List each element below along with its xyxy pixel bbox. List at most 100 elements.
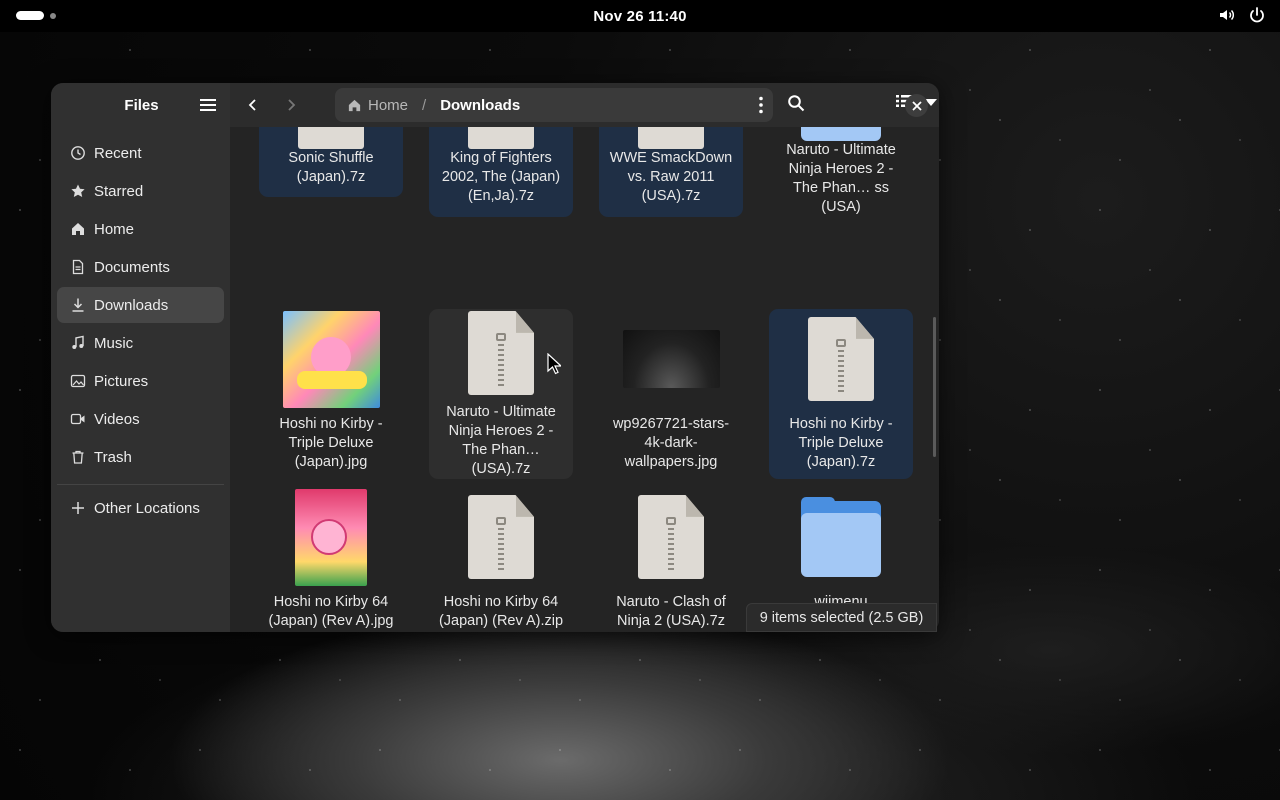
- home-icon: [348, 99, 361, 111]
- file-label: Naruto - Ultimate Ninja Heroes 2 - The P…: [786, 142, 896, 215]
- sidebar-item-label: Starred: [94, 182, 144, 200]
- archive-icon: [638, 495, 704, 579]
- archive-icon: [468, 495, 534, 579]
- sidebar-item-trash[interactable]: Trash: [57, 439, 224, 475]
- sidebar-divider: [57, 484, 224, 485]
- file-grid: Sonic Shuffle (Japan).7z King of Fighter…: [230, 127, 939, 632]
- file-label: wp9267721-stars-4k-dark-wallpapers.jpg: [612, 416, 730, 470]
- header-bar: Home / Downloads: [230, 83, 939, 127]
- sidebar-item-label: Videos: [94, 410, 140, 428]
- sidebar-item-other-locations[interactable]: Other Locations: [57, 490, 224, 526]
- archive-icon: [638, 127, 704, 149]
- sidebar: Files Recent Starred Home Documents Down…: [51, 83, 230, 632]
- sidebar-item-recent[interactable]: Recent: [57, 135, 224, 171]
- sidebar-item-label: Music: [94, 334, 134, 352]
- sidebar-item-videos[interactable]: Videos: [57, 401, 224, 437]
- chevron-right-icon: [288, 99, 296, 111]
- breadcrumb-current[interactable]: Downloads: [440, 97, 520, 114]
- file-label: Naruto - Ultimate Ninja Heroes 2 - The P…: [446, 404, 556, 477]
- breadcrumb-home[interactable]: Home: [347, 97, 408, 114]
- breadcrumb-home-label: Home: [368, 96, 409, 114]
- hamburger-icon: [200, 99, 216, 111]
- file-item[interactable]: WWE SmackDown vs. Raw 2011 (USA).7z: [599, 127, 743, 217]
- selection-status: 9 items selected (2.5 GB): [746, 603, 937, 632]
- file-item[interactable]: Hoshi no Kirby - Triple Deluxe (Japan).j…: [259, 309, 403, 479]
- main-menu-button[interactable]: [196, 93, 220, 117]
- search-icon: [788, 95, 805, 112]
- sidebar-item-starred[interactable]: Starred: [57, 173, 224, 209]
- file-item[interactable]: Hoshi no Kirby 64 (Japan) (Rev A).zip: [429, 487, 573, 632]
- file-item[interactable]: wp9267721-stars-4k-dark-wallpapers.jpg: [599, 309, 743, 479]
- file-label: King of Fighters 2002, The (Japan) (En,J…: [441, 150, 561, 204]
- folder-menu-button[interactable]: [759, 96, 763, 118]
- mouse-cursor-icon: [547, 353, 561, 375]
- plus-icon: [72, 502, 84, 514]
- archive-icon: [298, 127, 364, 149]
- file-label: WWE SmackDown vs. Raw 2011 (USA).7z: [609, 150, 733, 204]
- file-label: Hoshi no Kirby 64 (Japan) (Rev A).jpg: [268, 594, 394, 629]
- download-icon: [72, 298, 84, 312]
- files-window: Files Recent Starred Home Documents Down…: [51, 83, 939, 632]
- kebab-menu-icon: [759, 96, 763, 114]
- archive-icon: [468, 311, 534, 395]
- power-icon[interactable]: [1248, 6, 1266, 24]
- volume-icon[interactable]: [1218, 6, 1236, 24]
- breadcrumb-separator: /: [422, 96, 427, 114]
- workspace-indicator: [50, 12, 56, 19]
- file-item[interactable]: King of Fighters 2002, The (Japan) (En,J…: [429, 127, 573, 217]
- activities-button[interactable]: [16, 11, 56, 20]
- folder-icon: [801, 497, 881, 577]
- sidebar-item-label: Recent: [94, 144, 142, 162]
- file-label: Naruto - Clash of Ninja 2 (USA).7z: [616, 594, 726, 629]
- document-icon: [72, 259, 84, 275]
- video-icon: [70, 413, 85, 425]
- chevron-left-icon: [248, 99, 256, 111]
- sidebar-item-label: Downloads: [94, 296, 169, 314]
- music-icon: [72, 335, 84, 349]
- file-item[interactable]: Sonic Shuffle (Japan).7z: [259, 127, 403, 197]
- file-item[interactable]: Naruto - Ultimate Ninja Heroes 2 - The P…: [429, 309, 573, 479]
- search-button[interactable]: [787, 94, 805, 112]
- archive-icon: [808, 317, 874, 401]
- main-pane: Home / Downloads Sonic Shuffle (Japan).7…: [230, 83, 939, 632]
- sidebar-item-label: Documents: [94, 258, 170, 276]
- file-item[interactable]: Naruto - Clash of Ninja 2 (USA).7z: [599, 487, 743, 632]
- file-item[interactable]: Hoshi no Kirby 64 (Japan) (Rev A).jpg: [259, 487, 403, 632]
- file-item[interactable]: Hoshi no Kirby - Triple Deluxe (Japan).7…: [769, 309, 913, 479]
- file-label: Hoshi no Kirby - Triple Deluxe (Japan).j…: [279, 416, 383, 470]
- file-item[interactable]: Naruto - Ultimate Ninja Heroes 2 - The P…: [769, 127, 913, 217]
- home-icon: [72, 223, 84, 235]
- sidebar-item-downloads[interactable]: Downloads: [57, 287, 224, 323]
- file-label: Sonic Shuffle (Japan).7z: [288, 150, 374, 185]
- image-thumbnail: [622, 330, 720, 388]
- app-title: Files: [124, 96, 159, 114]
- sidebar-item-label: Trash: [94, 448, 132, 466]
- scrollbar[interactable]: [933, 317, 936, 457]
- image-thumbnail: [282, 310, 380, 408]
- close-button[interactable]: [905, 94, 928, 117]
- sidebar-item-label: Other Locations: [94, 499, 200, 517]
- back-button[interactable]: [240, 92, 266, 118]
- workspace-indicator-active: [16, 11, 44, 20]
- trash-icon: [72, 450, 84, 464]
- clock-icon: [71, 146, 85, 160]
- picture-icon: [70, 374, 86, 388]
- archive-icon: [468, 127, 534, 149]
- sidebar-item-music[interactable]: Music: [57, 325, 224, 361]
- file-label: Hoshi no Kirby - Triple Deluxe (Japan).7…: [789, 416, 893, 470]
- close-icon: [911, 100, 922, 111]
- sidebar-item-label: Home: [94, 220, 135, 238]
- file-label: Hoshi no Kirby 64 (Japan) (Rev A).zip: [438, 594, 564, 629]
- top-bar: Nov 26 11:40: [0, 0, 1280, 32]
- sidebar-header: Files: [51, 83, 230, 127]
- sidebar-item-label: Pictures: [94, 372, 149, 390]
- sidebar-item-pictures[interactable]: Pictures: [57, 363, 224, 399]
- path-bar[interactable]: Home / Downloads: [335, 88, 773, 122]
- sidebar-item-documents[interactable]: Documents: [57, 249, 224, 285]
- clock[interactable]: Nov 26 11:40: [593, 8, 686, 25]
- folder-icon: [801, 127, 881, 141]
- star-icon: [71, 184, 85, 197]
- system-tray[interactable]: [1218, 6, 1266, 24]
- forward-button[interactable]: [278, 92, 304, 118]
- sidebar-item-home[interactable]: Home: [57, 211, 224, 247]
